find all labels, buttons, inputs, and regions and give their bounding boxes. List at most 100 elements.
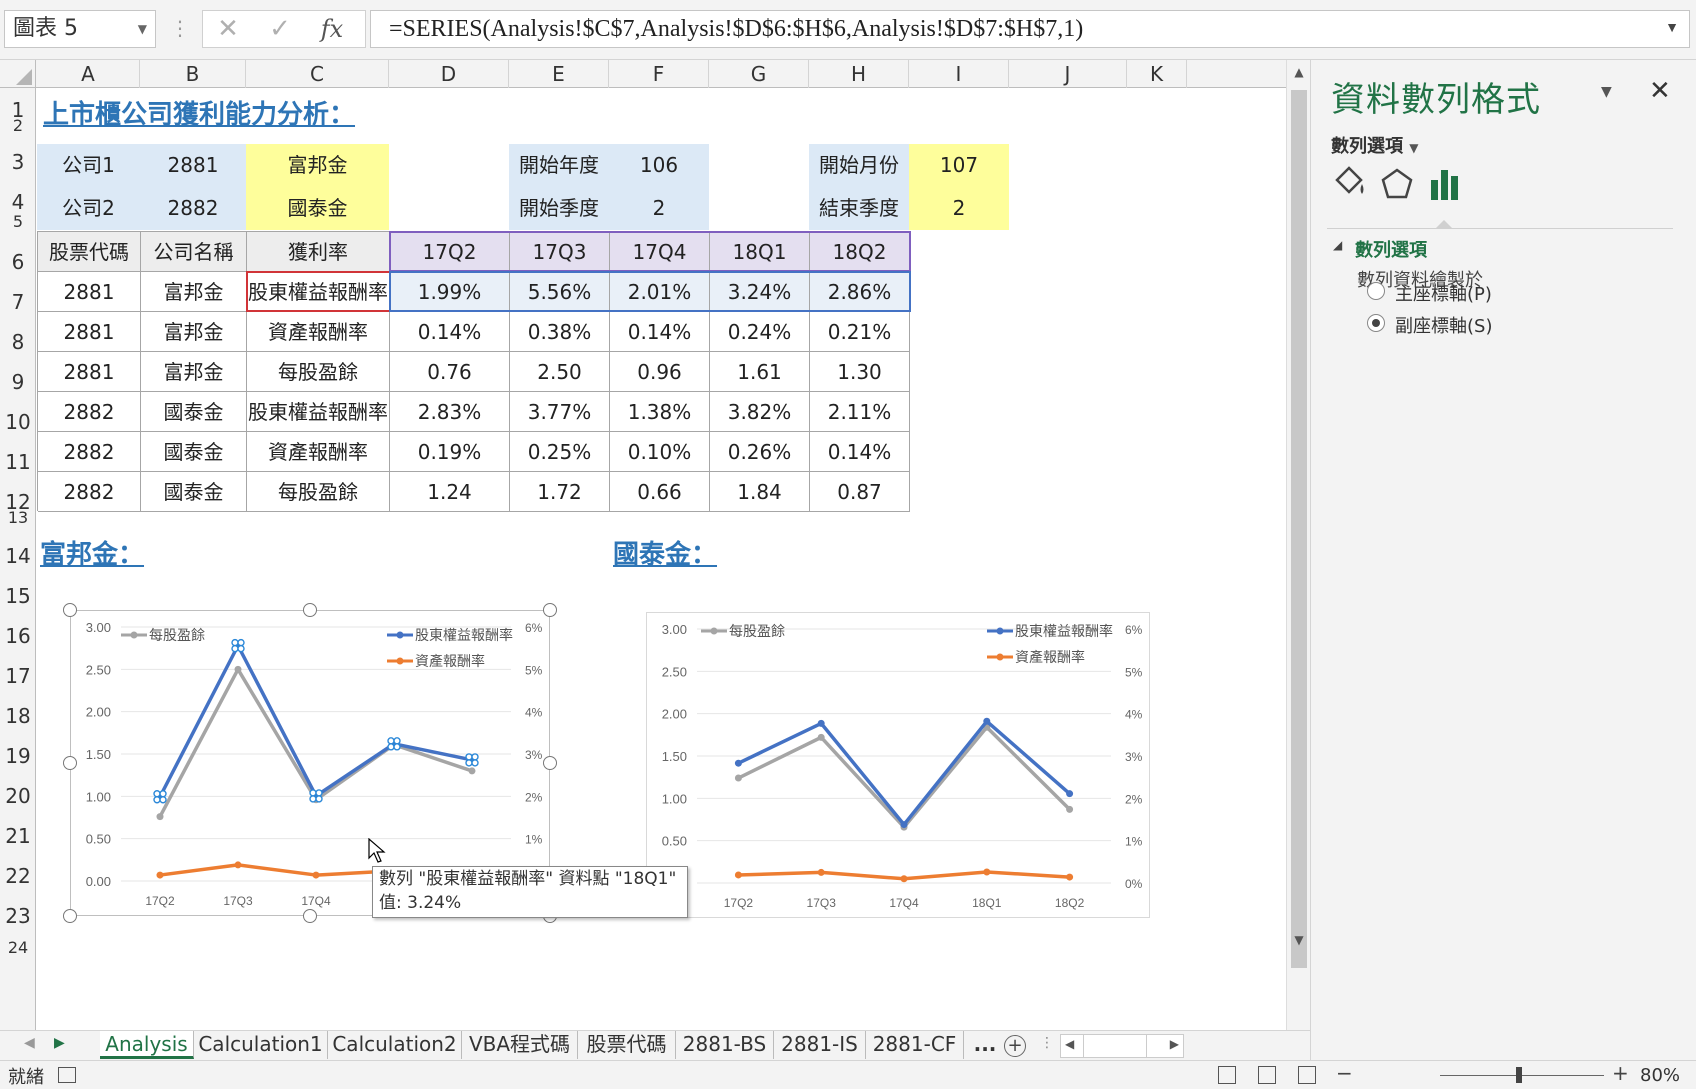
chart-cathay[interactable]: 3.006%2.505%2.004%1.503%1.002%0.501%0.00… <box>646 612 1150 918</box>
table-cell[interactable]: 0.76 <box>390 352 510 392</box>
tab-2881-cf[interactable]: 2881-CF <box>866 1031 964 1059</box>
macro-record-icon[interactable] <box>58 1067 76 1083</box>
zoom-in-icon[interactable]: + <box>1612 1061 1629 1085</box>
table-cell[interactable]: 國泰金 <box>141 392 247 432</box>
row-header[interactable]: 6 <box>0 250 35 274</box>
col-header-b[interactable]: B <box>140 60 246 88</box>
table-header[interactable]: 股票代碼 <box>38 232 141 272</box>
series-options-icon[interactable] <box>1425 164 1465 204</box>
primary-axis-label[interactable]: 主座標軸(P) <box>1395 280 1492 306</box>
table-cell[interactable]: 3.82% <box>710 392 810 432</box>
resize-handle[interactable] <box>303 603 317 617</box>
table-cell[interactable]: 股東權益報酬率 <box>247 392 390 432</box>
series-options-dropdown[interactable]: 數列選項 ▼ <box>1331 132 1419 158</box>
table-cell[interactable]: 0.26% <box>710 432 810 472</box>
param-label[interactable]: 開始季度 <box>509 187 609 230</box>
table-cell[interactable]: 2881 <box>38 312 141 352</box>
row-header[interactable]: 20 <box>0 784 35 808</box>
row-header[interactable]: 2 <box>0 116 35 135</box>
table-cell[interactable]: 2.83% <box>390 392 510 432</box>
table-cell[interactable]: 0.10% <box>610 432 710 472</box>
col-header-j[interactable]: J <box>1009 60 1127 88</box>
name-box[interactable]: 圖表 5 ▼ <box>4 10 156 48</box>
param-value[interactable]: 2882 <box>140 187 246 230</box>
table-cell[interactable]: 2.50 <box>510 352 610 392</box>
table-cell[interactable]: 0.19% <box>390 432 510 472</box>
table-cell[interactable]: 0.14% <box>810 432 910 472</box>
param-value[interactable]: 2881 <box>140 144 246 187</box>
table-cell[interactable]: 0.25% <box>510 432 610 472</box>
chevron-down-icon[interactable]: ▼ <box>138 11 147 47</box>
table-cell[interactable]: 0.66 <box>610 472 710 512</box>
col-header-d[interactable]: D <box>389 60 509 88</box>
table-cell[interactable]: 0.21% <box>810 312 910 352</box>
table-header[interactable]: 公司名稱 <box>141 232 247 272</box>
row-header[interactable]: 23 <box>0 904 35 928</box>
scrollbar-thumb[interactable] <box>1083 1035 1147 1057</box>
table-cell[interactable]: 1.24 <box>390 472 510 512</box>
param-value[interactable]: 106 <box>609 144 709 187</box>
table-cell[interactable]: 富邦金 <box>141 272 247 312</box>
pane-menu-icon[interactable]: ▼ <box>1601 84 1612 100</box>
row-header[interactable]: 21 <box>0 824 35 848</box>
table-cell[interactable]: 國泰金 <box>141 432 247 472</box>
tab-stock-codes[interactable]: 股票代碼 <box>578 1031 676 1059</box>
col-header-i[interactable]: I <box>909 60 1009 88</box>
table-cell[interactable]: 0.24% <box>710 312 810 352</box>
page-layout-icon[interactable] <box>1258 1066 1276 1084</box>
scroll-down-icon[interactable]: ▼ <box>1287 928 1311 952</box>
row-header[interactable]: 22 <box>0 864 35 888</box>
row-header[interactable]: 4 <box>0 190 35 214</box>
section-title[interactable]: 數列選項 <box>1355 236 1427 262</box>
param-input[interactable]: 富邦金 <box>246 144 389 187</box>
enter-icon[interactable]: ✓ <box>255 11 305 47</box>
table-cell[interactable]: 1.72 <box>510 472 610 512</box>
tab-scroll-left-icon[interactable]: ◀ <box>24 1035 35 1051</box>
table-cell[interactable]: 1.61 <box>710 352 810 392</box>
table-cell[interactable]: 2.11% <box>810 392 910 432</box>
col-header-c[interactable]: C <box>246 60 389 88</box>
col-header-g[interactable]: G <box>709 60 809 88</box>
param-label[interactable]: 開始月份 <box>809 144 909 187</box>
table-cell[interactable]: 每股盈餘 <box>247 472 390 512</box>
primary-axis-radio[interactable] <box>1367 282 1385 300</box>
row-header[interactable]: 19 <box>0 744 35 768</box>
table-cell[interactable]: 資產報酬率 <box>247 432 390 472</box>
param-label[interactable]: 公司1 <box>37 144 140 187</box>
table-cell[interactable]: 國泰金 <box>141 472 247 512</box>
expand-formula-icon[interactable]: ▼ <box>1665 11 1679 47</box>
col-header-h[interactable]: H <box>809 60 909 88</box>
param-label[interactable]: 公司2 <box>37 187 140 230</box>
secondary-axis-label[interactable]: 副座標軸(S) <box>1395 312 1492 338</box>
tab-vba[interactable]: VBA程式碼 <box>462 1031 578 1059</box>
zoom-slider-thumb[interactable] <box>1516 1067 1522 1083</box>
row-header[interactable]: 14 <box>0 544 35 568</box>
resize-handle[interactable] <box>63 756 77 770</box>
param-input[interactable]: 2 <box>909 187 1009 230</box>
table-cell[interactable]: 1.84 <box>710 472 810 512</box>
secondary-axis-radio[interactable] <box>1367 314 1385 332</box>
col-header-a[interactable]: A <box>37 60 140 88</box>
row-header[interactable]: 18 <box>0 704 35 728</box>
table-cell[interactable]: 0.14% <box>390 312 510 352</box>
zoom-out-icon[interactable]: − <box>1336 1061 1353 1085</box>
row-header[interactable]: 13 <box>0 508 35 527</box>
more-tabs-button[interactable]: ... <box>970 1031 1000 1059</box>
table-cell[interactable]: 0.14% <box>610 312 710 352</box>
cancel-icon[interactable]: ✕ <box>203 11 253 47</box>
tab-scroll-right-icon[interactable]: ▶ <box>54 1035 65 1051</box>
row-header[interactable]: 24 <box>0 938 35 957</box>
horizontal-scrollbar[interactable]: ◀ ▶ <box>1060 1034 1184 1058</box>
scrollbar-thumb[interactable] <box>1291 90 1307 968</box>
effects-icon[interactable] <box>1377 164 1417 204</box>
resize-handle[interactable] <box>63 603 77 617</box>
table-cell[interactable]: 1.38% <box>610 392 710 432</box>
vertical-scrollbar[interactable]: ▲ ▼ <box>1286 60 1310 1030</box>
zoom-level[interactable]: 80% <box>1640 1065 1680 1086</box>
resize-handle[interactable] <box>543 603 557 617</box>
row-header[interactable]: 8 <box>0 330 35 354</box>
table-cell[interactable]: 每股盈餘 <box>247 352 390 392</box>
fill-line-icon[interactable] <box>1331 164 1371 204</box>
select-all-button[interactable] <box>0 60 36 88</box>
tab-2881-is[interactable]: 2881-IS <box>774 1031 866 1059</box>
